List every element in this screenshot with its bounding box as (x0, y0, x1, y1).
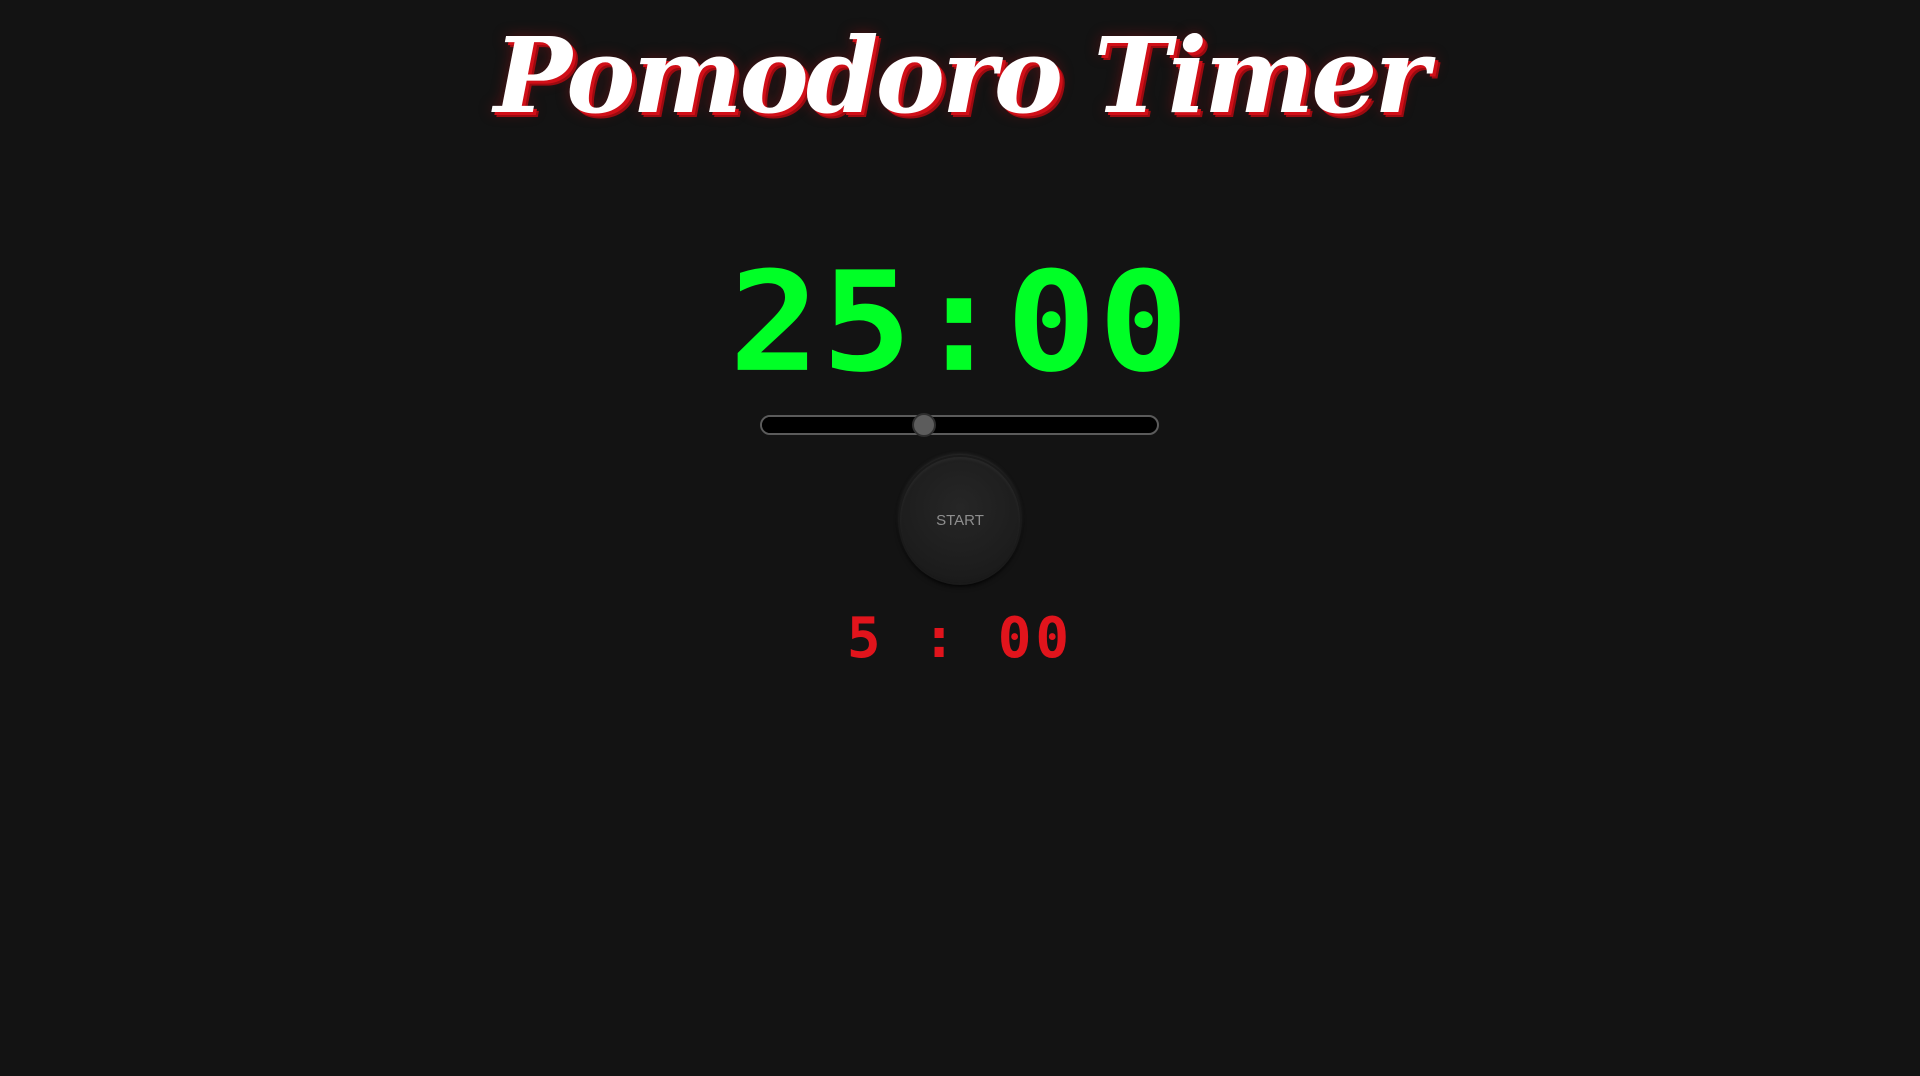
slider-thumb[interactable] (911, 413, 936, 437)
break-timer-display: 5 : 00 (846, 606, 1074, 671)
duration-slider[interactable] (760, 413, 1159, 437)
start-button[interactable]: START (900, 457, 1020, 583)
work-timer-display: 25:00 (729, 242, 1191, 404)
slider-track-fill (762, 417, 924, 433)
page-title: Pomodoro Timer (493, 14, 1430, 137)
